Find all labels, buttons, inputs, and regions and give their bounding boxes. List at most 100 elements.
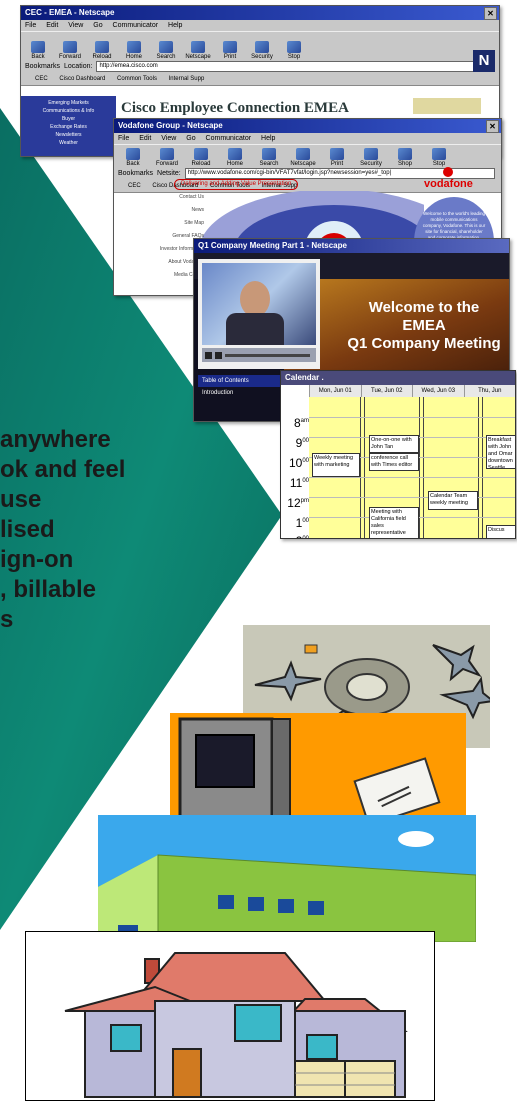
menu-file[interactable]: File (118, 135, 129, 142)
menu-go[interactable]: Go (93, 22, 102, 29)
nav-contact-us[interactable]: Contact Us (114, 191, 204, 204)
menu-view[interactable]: View (161, 135, 176, 142)
calendar-day-header: Mon, Jun 01 Tue, Jun 02 Wed, Jun 03 Thu,… (309, 385, 515, 397)
menu-go[interactable]: Go (186, 135, 195, 142)
menu-introduction[interactable]: Introduction (198, 387, 284, 399)
sidebar-item-exchange[interactable]: Exchange Rates (24, 123, 113, 131)
menu-help[interactable]: Help (261, 135, 275, 142)
title-bar: Q1 Company Meeting Part 1 - Netscape (194, 239, 509, 253)
menu-help[interactable]: Help (168, 22, 182, 29)
nav-site-map[interactable]: Site Map (114, 217, 204, 230)
menu-file[interactable]: File (25, 22, 36, 29)
calendar-window: Calendar . Mon, Jun 01 Tue, Jun 02 Wed, … (280, 370, 516, 539)
nav-about[interactable]: About Vodafone (114, 256, 204, 269)
bullet-line-5: ign-on (0, 546, 74, 573)
link-cisco-dashboard[interactable]: Cisco Dashboard (59, 76, 105, 82)
print-icon (223, 41, 237, 53)
search-button[interactable]: Search (254, 148, 284, 167)
sidebar-item-buyer[interactable]: Buyer (24, 115, 113, 123)
menu-bar: File Edit View Go Communicator Help (21, 20, 499, 31)
nav-investor-info[interactable]: Investor Information (114, 243, 204, 256)
search-button[interactable]: Search (153, 41, 179, 60)
nav-general-faqs[interactable]: General FAQs (114, 230, 204, 243)
security-button[interactable]: Security (249, 41, 275, 60)
play-icon[interactable] (205, 351, 212, 359)
print-button[interactable]: Print (322, 148, 352, 167)
back-button[interactable]: Back (25, 41, 51, 60)
link-common-tools[interactable]: Common Tools (117, 76, 157, 82)
reload-button[interactable]: Reload (89, 41, 115, 60)
speaker-body (226, 313, 284, 345)
seek-slider[interactable] (225, 353, 310, 357)
stop-button[interactable]: Stop (281, 41, 307, 60)
forward-button[interactable]: Forward (152, 148, 182, 167)
shop-button[interactable]: Shop (390, 148, 420, 167)
url-input[interactable]: http://emea.cisco.com (96, 61, 493, 72)
sidebar-item-comms[interactable]: Communications & Info (24, 107, 113, 115)
appointment-thu-breakfast[interactable]: Breakfast with John and Omar downtown Se… (486, 435, 515, 469)
calendar-title: Calendar . (285, 373, 324, 382)
calendar-title-bar: Calendar . (281, 371, 515, 385)
speaker-head (240, 281, 270, 317)
home-icon (228, 148, 242, 160)
sidebar-item-emerging[interactable]: Emerging Markets (24, 99, 113, 107)
bullet-line-6: , billable (0, 576, 97, 603)
reload-button[interactable]: Reload (186, 148, 216, 167)
menu-table-of-contents[interactable]: Table of Contents (198, 375, 284, 387)
hour-11: 1100 (289, 476, 309, 490)
close-icon[interactable]: ✕ (484, 7, 497, 20)
menu-view[interactable]: View (68, 22, 83, 29)
presentation-banner[interactable]: Delivering and Adding Value Presentation (174, 179, 299, 190)
close-icon[interactable]: ✕ (486, 120, 499, 133)
menu-communicator[interactable]: Communicator (113, 22, 159, 29)
home-button[interactable]: Home (121, 41, 147, 60)
reload-icon (194, 148, 208, 160)
sidebar-item-newsletters[interactable]: Newsletters (24, 131, 113, 139)
home-icon (127, 41, 141, 53)
netscape-button[interactable]: Netscape (288, 148, 318, 167)
stop-button[interactable]: Stop (424, 148, 454, 167)
video-controls (202, 348, 316, 362)
appointment-thu-discus[interactable]: Discus (486, 525, 515, 538)
appointment-tue-one-on-one[interactable]: One-on-one with John Tan (369, 435, 419, 453)
hour-9: 900 (295, 436, 309, 450)
hour-2: 200 (296, 534, 309, 539)
menu-communicator[interactable]: Communicator (206, 135, 252, 142)
menu-edit[interactable]: Edit (139, 135, 151, 142)
security-button[interactable]: Security (356, 148, 386, 167)
netscape-button[interactable]: Netscape (185, 41, 211, 60)
day-tue: Tue, Jun 02 (360, 385, 413, 397)
menu-edit[interactable]: Edit (46, 22, 58, 29)
appointment-mon-weekly[interactable]: Weekly meeting with marketing (312, 453, 360, 477)
sidebar-item-weather[interactable]: Weather (24, 139, 113, 147)
home-button[interactable]: Home (220, 148, 250, 167)
link-cec[interactable]: CEC (35, 76, 48, 82)
appointment-tue-meeting[interactable]: Meeting with California field sales repr… (369, 507, 419, 538)
bullet-line-1: anywhere (0, 426, 111, 453)
location-bar: Bookmarks Location: http://emea.cisco.co… (21, 60, 499, 73)
appointment-wed-calendar-team[interactable]: Calendar Team weekly meeting (428, 491, 478, 510)
back-button[interactable]: Back (118, 148, 148, 167)
location-label: Netsite: (157, 170, 181, 177)
print-button[interactable]: Print (217, 41, 243, 60)
link-internal-supp[interactable]: Internal Supp (169, 76, 205, 82)
office-building-clipart (98, 815, 476, 942)
link-cec[interactable]: CEC (128, 183, 141, 189)
location-label: Location: (64, 63, 93, 70)
back-icon (31, 41, 45, 53)
reload-icon (95, 41, 109, 53)
bullet-line-2: ok and feel (0, 456, 126, 483)
netscape-icon (296, 148, 310, 160)
welcome-line-3: Q1 Company Meeting (347, 335, 501, 352)
forward-button[interactable]: Forward (57, 41, 83, 60)
bookmarks-button[interactable]: Bookmarks (25, 60, 60, 73)
bookmarks-button[interactable]: Bookmarks (118, 167, 153, 180)
nav-media-centre[interactable]: Media Centre (114, 269, 204, 282)
stop-icon[interactable] (215, 351, 222, 359)
nav-news[interactable]: News (114, 204, 204, 217)
forward-icon (63, 41, 77, 53)
appointment-tue-conference[interactable]: conference call with Times editor (369, 453, 419, 471)
bullet-line-4: lised (0, 516, 55, 543)
video-player[interactable] (198, 259, 320, 369)
search-icon (159, 41, 173, 53)
